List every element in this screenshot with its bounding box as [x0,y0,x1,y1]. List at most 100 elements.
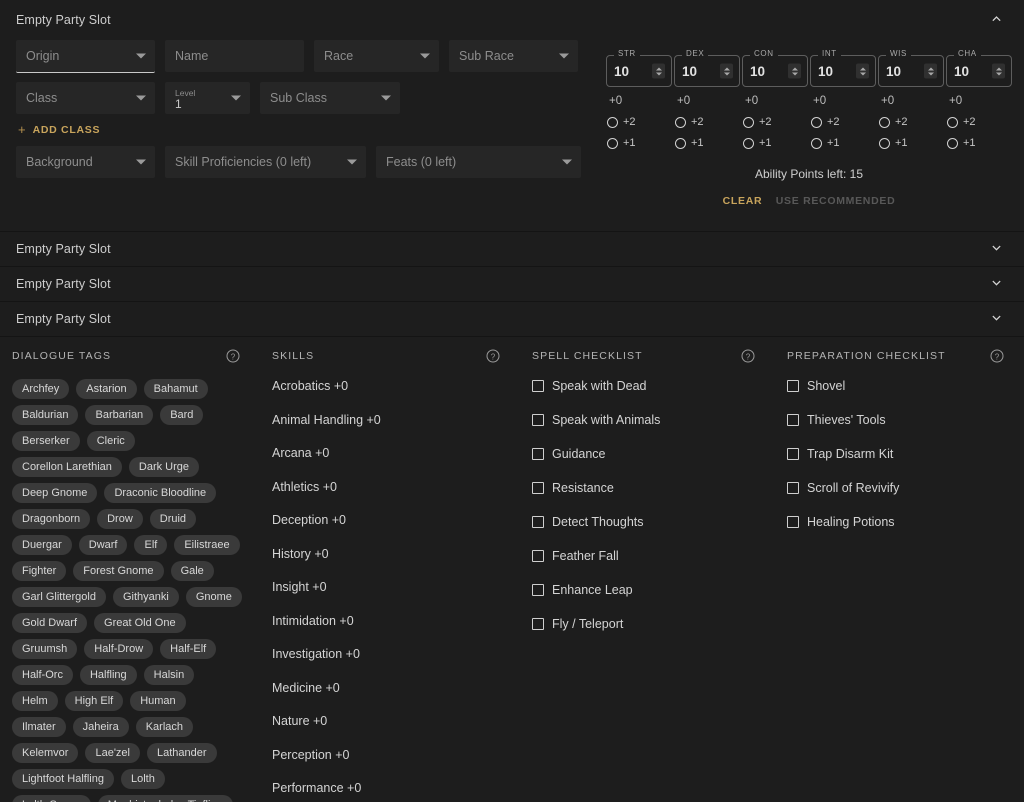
dialogue-tag-chip[interactable]: Lae'zel [85,743,140,763]
party-slot-collapsed[interactable]: Empty Party Slot [0,232,1024,267]
dialogue-tag-chip[interactable]: Lightfoot Halfling [12,769,114,789]
spell-checklist-item[interactable]: Detect Thoughts [532,515,761,529]
dialogue-tag-chip[interactable]: Kelemvor [12,743,79,763]
dialogue-tag-chip[interactable]: Gale [170,561,214,581]
help-circle-icon[interactable]: ? [741,349,755,363]
preparation-checklist-item[interactable]: Scroll of Revivify [787,481,1010,495]
dialogue-tag-chip[interactable]: High Elf [64,691,124,711]
spell-checklist-item[interactable]: Resistance [532,481,761,495]
dialogue-tag-chip[interactable]: Deep Gnome [12,483,98,503]
ability-bonus-plus-one[interactable]: +1 [945,137,976,149]
dialogue-tag-chip[interactable]: Draconic Bloodline [104,483,217,503]
skill-item[interactable]: Insight +0 [272,580,506,594]
feats-select[interactable]: Feats (0 left) [376,146,581,178]
ability-bonus-plus-one[interactable]: +1 [741,137,772,149]
spell-checklist-item[interactable]: Speak with Dead [532,379,761,393]
dialogue-tag-chip[interactable]: Eilistraee [174,535,240,555]
clear-button[interactable]: CLEAR [723,195,763,207]
dialogue-tag-chip[interactable]: Druid [149,509,197,529]
spell-checklist-item[interactable]: Guidance [532,447,761,461]
help-circle-icon[interactable]: ? [990,349,1004,363]
checkbox-icon[interactable] [532,516,544,528]
checkbox-icon[interactable] [787,380,799,392]
ability-input-wis[interactable]: WIS 10 [878,49,944,87]
dialogue-tag-chip[interactable]: Archfey [12,379,70,399]
skill-item[interactable]: Perception +0 [272,748,506,762]
help-circle-icon[interactable]: ? [226,349,240,363]
chevron-down-icon[interactable] [991,242,1002,253]
spell-checklist-item[interactable]: Speak with Animals [532,413,761,427]
dialogue-tag-chip[interactable]: Lathander [146,743,217,763]
checkbox-icon[interactable] [532,618,544,630]
skill-proficiencies-select[interactable]: Skill Proficiencies (0 left) [165,146,366,178]
preparation-checklist-item[interactable]: Shovel [787,379,1010,393]
skill-item[interactable]: Animal Handling +0 [272,413,506,427]
checkbox-icon[interactable] [787,448,799,460]
ability-stepper[interactable] [924,63,937,79]
skill-item[interactable]: History +0 [272,547,506,561]
skill-item[interactable]: Athletics +0 [272,480,506,494]
chevron-up-icon[interactable] [991,13,1002,24]
class-select[interactable]: Class [16,82,155,114]
skill-item[interactable]: Nature +0 [272,714,506,728]
dialogue-tag-chip[interactable]: Great Old One [94,613,186,633]
party-slot-header[interactable]: Empty Party Slot [0,302,1024,336]
ability-bonus-plus-two[interactable]: +2 [673,116,704,128]
skill-item[interactable]: Arcana +0 [272,446,506,460]
spell-checklist-item[interactable]: Enhance Leap [532,583,761,597]
dialogue-tag-chip[interactable]: Barbarian [85,405,154,425]
checkbox-icon[interactable] [532,414,544,426]
skill-item[interactable]: Acrobatics +0 [272,379,506,393]
ability-input-dex[interactable]: DEX 10 [674,49,740,87]
chevron-down-icon[interactable] [991,277,1002,288]
checkbox-icon[interactable] [532,482,544,494]
spell-checklist-item[interactable]: Fly / Teleport [532,617,761,631]
dialogue-tag-chip[interactable]: Cleric [86,431,135,451]
spell-checklist-item[interactable]: Feather Fall [532,549,761,563]
skill-item[interactable]: Performance +0 [272,781,506,795]
dialogue-tag-chip[interactable]: Karlach [135,717,193,737]
ability-input-cha[interactable]: CHA 10 [946,49,1012,87]
dialogue-tag-chip[interactable]: Githyanki [112,587,179,607]
dialogue-tag-chip[interactable]: Bahamut [143,379,208,399]
checkbox-icon[interactable] [787,516,799,528]
sub-race-select[interactable]: Sub Race [449,40,578,72]
chevron-down-icon[interactable] [991,312,1002,323]
ability-stepper[interactable] [788,63,801,79]
dialogue-tag-chip[interactable]: Halsin [143,665,195,685]
checkbox-icon[interactable] [532,550,544,562]
dialogue-tag-chip[interactable]: Gold Dwarf [12,613,88,633]
ability-bonus-plus-two[interactable]: +2 [877,116,908,128]
dialogue-tag-chip[interactable]: Gruumsh [12,639,78,659]
dialogue-tag-chip[interactable]: Garl Glittergold [12,587,106,607]
dialogue-tag-chip[interactable]: Dwarf [78,535,128,555]
ability-input-con[interactable]: CON 10 [742,49,808,87]
party-slot-header[interactable]: Empty Party Slot [0,232,1024,266]
skill-item[interactable]: Investigation +0 [272,647,506,661]
dialogue-tag-chip[interactable]: Human [130,691,186,711]
help-circle-icon[interactable]: ? [486,349,500,363]
checkbox-icon[interactable] [787,482,799,494]
dialogue-tag-chip[interactable]: Duergar [12,535,72,555]
preparation-checklist-item[interactable]: Healing Potions [787,515,1010,529]
dialogue-tag-chip[interactable]: Ilmater [12,717,66,737]
name-input[interactable]: Name [165,40,304,72]
dialogue-tag-chip[interactable]: Helm [12,691,58,711]
use-recommended-button[interactable]: USE RECOMMENDED [776,195,896,207]
dialogue-tag-chip[interactable]: Mephistopheles Tiefling [97,795,233,802]
party-slot-header[interactable]: Empty Party Slot [0,0,1024,40]
ability-input-int[interactable]: INT 10 [810,49,876,87]
checkbox-icon[interactable] [532,584,544,596]
dialogue-tag-chip[interactable]: Half-Elf [160,639,217,659]
checkbox-icon[interactable] [532,448,544,460]
checkbox-icon[interactable] [532,380,544,392]
party-slot-header[interactable]: Empty Party Slot [0,267,1024,301]
party-slot-collapsed[interactable]: Empty Party Slot [0,302,1024,337]
dialogue-tag-chip[interactable]: Elf [134,535,168,555]
ability-stepper[interactable] [992,63,1005,79]
dialogue-tag-chip[interactable]: Lolth [120,769,165,789]
dialogue-tag-chip[interactable]: Forest Gnome [73,561,164,581]
ability-bonus-plus-two[interactable]: +2 [945,116,976,128]
preparation-checklist-item[interactable]: Trap Disarm Kit [787,447,1010,461]
ability-stepper[interactable] [720,63,733,79]
